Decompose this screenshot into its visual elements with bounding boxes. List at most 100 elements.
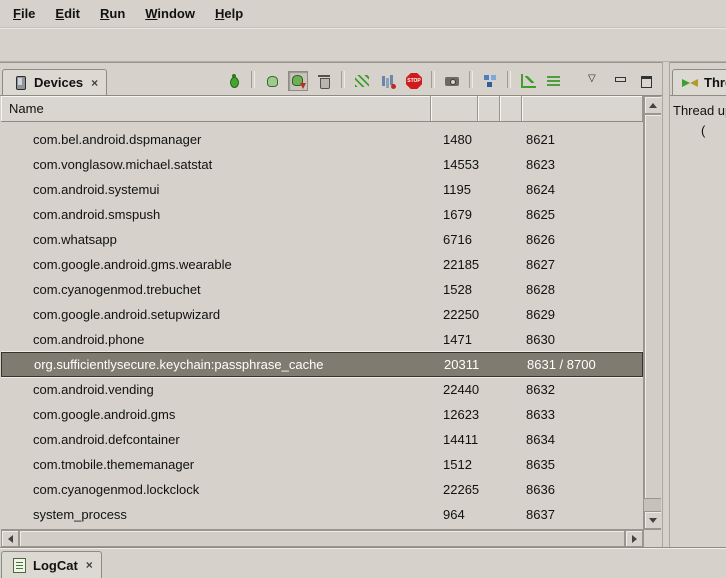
table-row[interactable]: com.tmobile.thememanager1512 8635 <box>1 452 643 477</box>
process-port: 8634 <box>522 432 643 447</box>
header-cell-name[interactable]: Name <box>1 96 431 121</box>
table-row[interactable]: com.android.smspush16798625 <box>1 202 643 227</box>
cause-gc-button[interactable] <box>314 71 334 91</box>
process-port: 8626 <box>522 232 643 247</box>
threads-icon <box>681 74 699 92</box>
scroll-down-button[interactable] <box>644 511 661 529</box>
screen-capture-icon <box>443 72 461 90</box>
dump-hprof-button[interactable] <box>288 71 308 91</box>
tab-logcat[interactable]: LogCat × <box>1 551 102 578</box>
tab-threads[interactable]: Threads <box>672 69 726 95</box>
arrow-up-icon <box>649 103 657 108</box>
process-port: 8630 <box>522 332 643 347</box>
table-row[interactable]: com.android.defcontainer144118634 <box>1 427 643 452</box>
opengl-trace-button[interactable] <box>518 71 538 91</box>
menu-bar: FileEditRunWindowHelp <box>0 0 726 28</box>
maximize-icon <box>637 72 655 90</box>
menu-help[interactable]: Help <box>206 2 252 25</box>
panel-divider[interactable] <box>662 62 670 547</box>
toolbar-separator <box>341 71 345 88</box>
system-trace-button[interactable] <box>544 71 564 91</box>
tab-logcat-label: LogCat <box>33 558 78 573</box>
menu-file[interactable]: File <box>4 2 44 25</box>
device-table-body: com.bel.android.dspmanager14808621com.vo… <box>1 122 643 529</box>
table-row[interactable]: system_process9648637 <box>1 502 643 527</box>
table-row[interactable]: com.android.vending224408632 <box>1 377 643 402</box>
table-row[interactable]: com.android.phone14718630 <box>1 327 643 352</box>
process-name: com.vonglasow.michael.satstat <box>1 157 431 172</box>
process-pid: 14553 <box>431 157 478 172</box>
screen-capture-button[interactable] <box>442 71 462 91</box>
process-pid: 1195 <box>431 182 478 197</box>
scroll-left-button[interactable] <box>1 530 19 547</box>
header-cell[interactable] <box>522 96 643 121</box>
header-cell[interactable] <box>500 96 522 121</box>
scroll-right-button[interactable] <box>625 530 643 547</box>
cause-gc-icon <box>315 72 333 90</box>
view-menu-button[interactable] <box>584 71 604 91</box>
table-row[interactable]: com.google.android.setupwizard222508629 <box>1 302 643 327</box>
close-tab-icon[interactable]: × <box>91 76 98 90</box>
process-port: 8625 <box>522 207 643 222</box>
process-pid: 964 <box>431 507 478 522</box>
close-logcat-icon[interactable]: × <box>86 558 93 572</box>
minimize-button[interactable] <box>610 71 630 91</box>
toolbar-separator <box>469 71 473 88</box>
update-threads-button[interactable] <box>352 71 372 91</box>
table-row[interactable]: com.bel.android.dspmanager14808621 <box>1 127 643 152</box>
table-row[interactable]: com.whatsapp6716 8626 <box>1 227 643 252</box>
menu-window[interactable]: Window <box>136 2 204 25</box>
debug-process-icon <box>225 72 243 90</box>
threads-panel: Threads Thread up ( <box>670 62 726 547</box>
process-pid: 12623 <box>431 407 478 422</box>
table-row[interactable]: com.android.systemui11958624 <box>1 177 643 202</box>
process-pid: 14411 <box>431 432 478 447</box>
process-name: com.whatsapp <box>1 232 431 247</box>
header-cell[interactable] <box>478 96 500 121</box>
table-row[interactable]: com.cyanogenmod.lockclock222658636 <box>1 477 643 502</box>
process-table: Name com.bel.android.dspmanager14808621c… <box>1 96 661 529</box>
process-port: 8624 <box>522 182 643 197</box>
table-row[interactable]: com.google.android.gms.wearable221858627 <box>1 252 643 277</box>
scroll-up-button[interactable] <box>644 96 661 114</box>
view-hierarchy-button[interactable] <box>480 71 500 91</box>
vertical-scrollbar[interactable] <box>643 96 661 529</box>
menu-run[interactable]: Run <box>91 2 134 25</box>
table-row[interactable]: org.sufficientlysecure.keychain:passphra… <box>1 352 643 377</box>
table-row[interactable]: com.cyanogenmod.trebuchet15288628 <box>1 277 643 302</box>
process-port: 8623 <box>522 157 643 172</box>
threads-message: Thread up ( <box>670 96 726 146</box>
process-pid: 20311 <box>432 357 479 372</box>
method-profiling-icon <box>379 72 397 90</box>
process-port: 8631 / 8700 <box>523 357 642 372</box>
devices-icon <box>11 74 29 92</box>
table-header: Name <box>1 96 643 122</box>
menu-edit[interactable]: Edit <box>46 2 89 25</box>
toolbar-separator <box>507 71 511 88</box>
process-pid: 6716 <box>431 232 478 247</box>
table-row[interactable]: com.google.android.gms126238633 <box>1 402 643 427</box>
update-heap-button[interactable] <box>262 71 282 91</box>
system-trace-icon <box>545 72 563 90</box>
vertical-scroll-thumb[interactable] <box>644 114 661 499</box>
scrollbar-corner <box>643 530 661 547</box>
horizontal-scrollbar[interactable] <box>1 529 661 547</box>
maximize-button[interactable] <box>636 71 656 91</box>
process-name: com.tmobile.thememanager <box>1 457 431 472</box>
process-port: 8635 <box>522 457 643 472</box>
stop-process-button[interactable] <box>404 71 424 91</box>
header-cell[interactable] <box>431 96 478 121</box>
tab-devices[interactable]: Devices × <box>2 69 107 95</box>
devices-tabbar: Devices × <box>0 63 662 96</box>
method-profiling-button[interactable] <box>378 71 398 91</box>
process-port: 8629 <box>522 307 643 322</box>
process-pid: 1528 <box>431 282 478 297</box>
horizontal-scroll-thumb[interactable] <box>19 530 625 547</box>
table-row[interactable]: com.vonglasow.michael.satstat14553 8623 <box>1 152 643 177</box>
process-pid: 1512 <box>431 457 478 472</box>
update-threads-icon <box>353 72 371 90</box>
update-heap-icon <box>263 72 281 90</box>
process-name: com.android.vending <box>1 382 431 397</box>
debug-process-button[interactable] <box>224 71 244 91</box>
process-port: 8636 <box>522 482 643 497</box>
